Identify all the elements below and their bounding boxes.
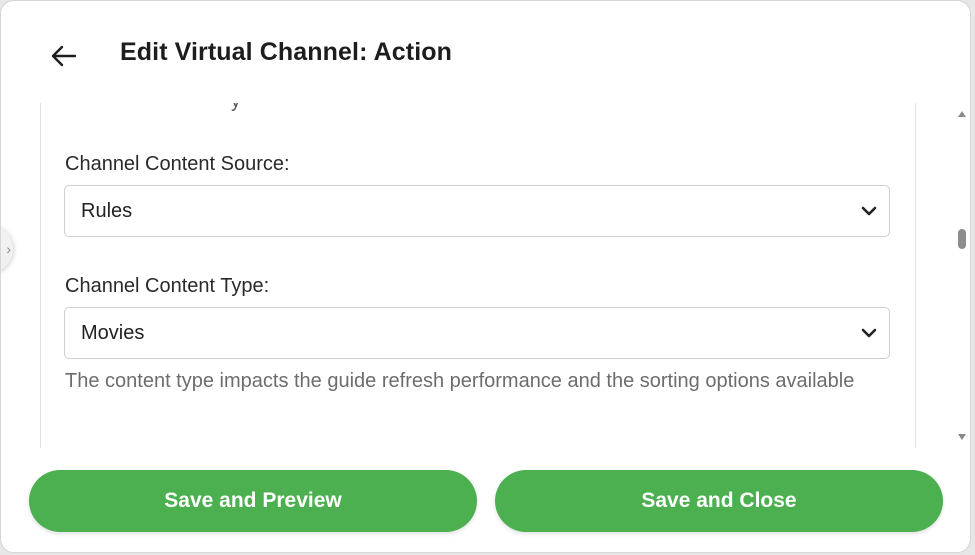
dialog-title: Edit Virtual Channel: Action [120,38,452,66]
arrow-left-icon [51,45,77,67]
scrollbar[interactable] [953,111,970,445]
save-and-close-button[interactable]: Save and Close [495,470,943,532]
edit-channel-dialog: › Edit Virtual Channel: Action y Channel… [0,0,971,553]
content-source-value: Rules [81,199,133,222]
save-and-preview-button[interactable]: Save and Preview [29,470,477,532]
content-type-help: The content type impacts the guide refre… [65,370,855,392]
content-type-label: Channel Content Type: [65,275,270,297]
form-scroll-area[interactable]: y Channel Content Source: Rules Channel … [40,103,916,448]
clipped-text: y [231,103,241,113]
chevron-down-icon [861,328,877,338]
back-button[interactable] [47,39,81,73]
side-panel-handle[interactable]: › [1,225,13,273]
scroll-down-arrow-icon[interactable] [958,434,966,440]
scroll-up-arrow-icon[interactable] [958,111,966,117]
chevron-right-icon: › [6,241,11,257]
chevron-down-icon [861,206,877,216]
content-source-label: Channel Content Source: [65,153,290,175]
content-type-select[interactable]: Movies [64,307,890,359]
content-source-select[interactable]: Rules [64,185,890,237]
content-type-value: Movies [81,321,145,344]
scrollbar-thumb[interactable] [958,229,966,249]
